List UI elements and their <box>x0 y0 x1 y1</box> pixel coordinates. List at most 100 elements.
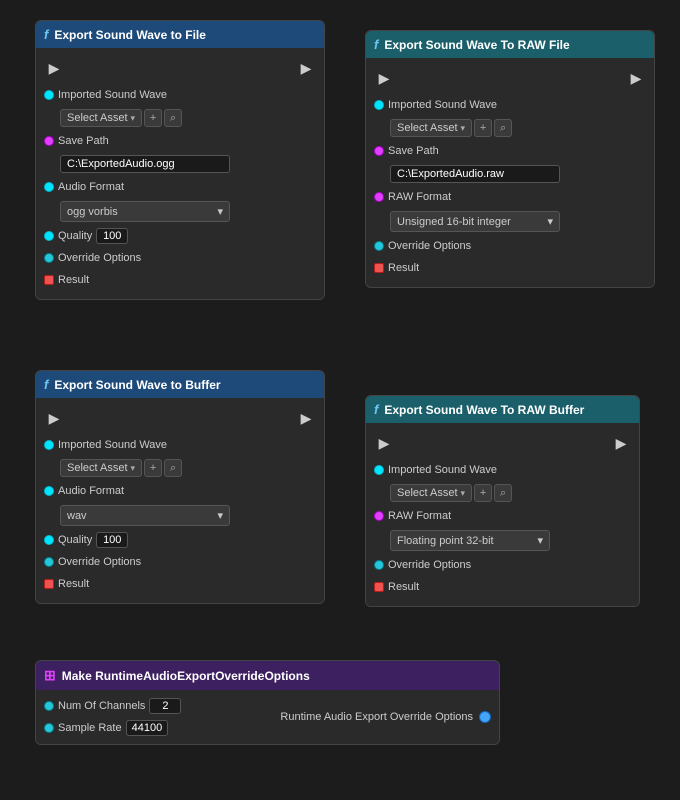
pin-dot-quality-file <box>44 231 54 241</box>
pin-label-result-raw-file: Result <box>388 262 419 274</box>
asset-add-raw-file[interactable]: + <box>474 119 492 137</box>
exec-in-raw-buffer[interactable]: ▶ <box>376 435 392 451</box>
pin-rawformat-raw-buffer: RAW Format <box>366 505 639 527</box>
pin-dot-sample-rate <box>44 723 54 733</box>
node-title-raw-file: Export Sound Wave To RAW File <box>384 38 569 52</box>
pin-audioformat-buffer: Audio Format <box>36 480 324 502</box>
pin-dot-savepath-file <box>44 136 54 146</box>
quality-value-file[interactable]: 100 <box>96 228 128 244</box>
asset-search-buffer[interactable]: ⌕ <box>164 459 182 477</box>
pin-override-file: Override Options <box>36 247 324 269</box>
quality-label-file: Quality <box>58 230 92 242</box>
node-export-raw-buffer: f Export Sound Wave To RAW Buffer ▶ ▶ Im… <box>365 395 640 607</box>
sample-rate-value[interactable]: 44100 <box>126 720 169 736</box>
asset-btn-buffer[interactable]: Select Asset ▾ <box>60 459 142 477</box>
pin-dot-rawformat-raw-file <box>374 192 384 202</box>
node-body-export-file: ▶ ▶ Imported Sound Wave Select Asset ▾ +… <box>36 48 324 299</box>
asset-btn-label-raw-file: Select Asset <box>397 122 458 134</box>
pin-label-rawformat-raw-file: RAW Format <box>388 191 451 203</box>
node-body-buffer: ▶ ▶ Imported Sound Wave Select Asset ▾ +… <box>36 398 324 603</box>
pin-dot-audioformat-buffer <box>44 486 54 496</box>
node-title-raw-buffer: Export Sound Wave To RAW Buffer <box>384 403 584 417</box>
pin-dot-override-raw-buffer <box>374 560 384 570</box>
f-icon-buffer: f <box>44 377 48 392</box>
node-header-raw-buffer: f Export Sound Wave To RAW Buffer <box>366 396 639 423</box>
asset-btn-label-file: Select Asset <box>67 112 128 124</box>
asset-btn-label-buffer: Select Asset <box>67 462 128 474</box>
pin-savepath-raw-file: Save Path <box>366 140 654 162</box>
rawformat-dropdown-raw-buffer[interactable]: Floating point 32-bit ▾ <box>390 530 550 551</box>
pin-dot-override-buffer <box>44 557 54 567</box>
rawformat-value-raw-buffer: Floating point 32-bit <box>397 535 494 547</box>
pin-label-savepath-file: Save Path <box>58 135 109 147</box>
output-label: Runtime Audio Export Override Options <box>280 711 473 723</box>
pin-label-result-buffer: Result <box>58 578 89 590</box>
pin-asset-raw-buffer: Select Asset ▾ + ⌕ <box>366 481 639 505</box>
audioformat-dropdown-buffer[interactable]: wav ▾ <box>60 505 230 526</box>
exec-in-buffer[interactable]: ▶ <box>46 410 62 426</box>
pin-label-override-raw-file: Override Options <box>388 240 471 252</box>
exec-out-raw-file[interactable]: ▶ <box>628 70 644 86</box>
exec-out-file[interactable]: ▶ <box>298 60 314 76</box>
asset-selector-raw-file: Select Asset ▾ + ⌕ <box>390 119 512 137</box>
override-right: Runtime Audio Export Override Options <box>280 711 491 723</box>
pin-dot-imported-buffer <box>44 440 54 450</box>
exec-out-buffer[interactable]: ▶ <box>298 410 314 426</box>
rawformat-dropdown-raw-file[interactable]: Unsigned 16-bit integer ▾ <box>390 211 560 232</box>
savepath-input-file[interactable] <box>60 155 230 173</box>
pin-asset-file: Select Asset ▾ + ⌕ <box>36 106 324 130</box>
asset-arrow-file: ▾ <box>131 113 136 124</box>
node-body-raw-buffer: ▶ ▶ Imported Sound Wave Select Asset ▾ +… <box>366 423 639 606</box>
asset-arrow-raw-buffer: ▾ <box>461 488 466 499</box>
pin-dot-result-raw-file <box>374 263 384 273</box>
quality-row-buffer: Quality 100 <box>36 529 324 551</box>
node-title-export-file: Export Sound Wave to File <box>54 28 206 42</box>
asset-add-raw-buffer[interactable]: + <box>474 484 492 502</box>
pin-label-override-raw-buffer: Override Options <box>388 559 471 571</box>
node-title-buffer: Export Sound Wave to Buffer <box>54 378 220 392</box>
asset-add-file[interactable]: + <box>144 109 162 127</box>
sample-rate-row: Sample Rate 44100 <box>44 720 181 736</box>
pin-label-override-buffer: Override Options <box>58 556 141 568</box>
pin-label-imported-file: Imported Sound Wave <box>58 89 167 101</box>
exec-in-file[interactable]: ▶ <box>46 60 62 76</box>
pin-dot-result-buffer <box>44 579 54 589</box>
pin-dot-num-channels <box>44 701 54 711</box>
pin-result-buffer: Result <box>36 573 324 595</box>
asset-btn-label-raw-buffer: Select Asset <box>397 487 458 499</box>
quality-label-buffer: Quality <box>58 534 92 546</box>
num-channels-row: Num Of Channels 2 <box>44 698 181 714</box>
pin-audioformat-drop-file: ogg vorbis ▾ <box>36 198 324 225</box>
pin-rawformat-raw-file: RAW Format <box>366 186 654 208</box>
pin-audioformat-file: Audio Format <box>36 176 324 198</box>
audioformat-dropdown-file[interactable]: ogg vorbis ▾ <box>60 201 230 222</box>
asset-add-buffer[interactable]: + <box>144 459 162 477</box>
quality-value-buffer[interactable]: 100 <box>96 532 128 548</box>
pin-dot-result-raw-buffer <box>374 582 384 592</box>
pin-dot-imported-raw-buffer <box>374 465 384 475</box>
asset-search-file[interactable]: ⌕ <box>164 109 182 127</box>
pin-imported-raw-buffer: Imported Sound Wave <box>366 459 639 481</box>
pin-label-imported-buffer: Imported Sound Wave <box>58 439 167 451</box>
savepath-input-raw-file[interactable] <box>390 165 560 183</box>
num-channels-value[interactable]: 2 <box>149 698 181 714</box>
pin-override-raw-file: Override Options <box>366 235 654 257</box>
audioformat-arrow-file: ▾ <box>217 205 223 218</box>
asset-search-raw-buffer[interactable]: ⌕ <box>494 484 512 502</box>
num-channels-label: Num Of Channels <box>58 700 145 712</box>
asset-btn-file[interactable]: Select Asset ▾ <box>60 109 142 127</box>
exec-in-raw-file[interactable]: ▶ <box>376 70 392 86</box>
exec-out-raw-buffer[interactable]: ▶ <box>613 435 629 451</box>
pin-imported-raw-file: Imported Sound Wave <box>366 94 654 116</box>
pin-label-result-raw-buffer: Result <box>388 581 419 593</box>
exec-row-file: ▶ ▶ <box>36 56 324 80</box>
node-export-to-file: f Export Sound Wave to File ▶ ▶ Imported… <box>35 20 325 300</box>
pin-label-imported-raw-file: Imported Sound Wave <box>388 99 497 111</box>
pin-override-buffer: Override Options <box>36 551 324 573</box>
asset-btn-raw-file[interactable]: Select Asset ▾ <box>390 119 472 137</box>
exec-row-raw-file: ▶ ▶ <box>366 66 654 90</box>
asset-search-raw-file[interactable]: ⌕ <box>494 119 512 137</box>
node-header-export-file: f Export Sound Wave to File <box>36 21 324 48</box>
asset-selector-raw-buffer: Select Asset ▾ + ⌕ <box>390 484 512 502</box>
asset-btn-raw-buffer[interactable]: Select Asset ▾ <box>390 484 472 502</box>
